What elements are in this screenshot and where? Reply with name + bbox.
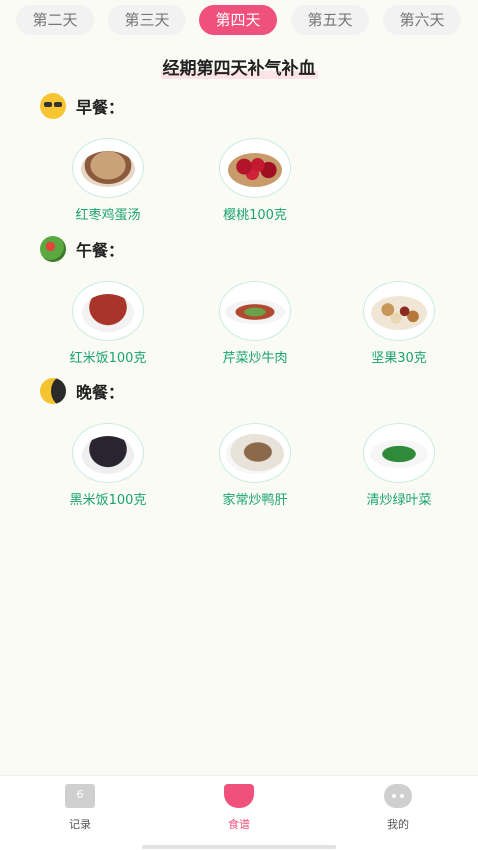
duck-liver-icon xyxy=(226,434,284,474)
food-image xyxy=(72,138,144,198)
nuts-icon xyxy=(371,296,427,330)
tab-day-3[interactable]: 第三天 xyxy=(108,5,186,35)
bottom-nav: 6 记录 食谱 我的 xyxy=(0,775,478,850)
nav-item-records[interactable]: 6 记录 xyxy=(40,784,120,832)
breakfast-header: 早餐： xyxy=(40,92,124,120)
food-image xyxy=(363,423,435,483)
lunch-header: 午餐： xyxy=(40,235,124,263)
food-image xyxy=(72,423,144,483)
day-tabs: 第二天 第三天 第四天 第五天 第六天 xyxy=(0,5,478,37)
food-name: 坚果30克 xyxy=(371,351,427,366)
tab-day-6[interactable]: 第六天 xyxy=(383,5,461,35)
sun-icon xyxy=(40,93,66,119)
food-name: 清炒绿叶菜 xyxy=(366,493,432,508)
tab-day-2[interactable]: 第二天 xyxy=(16,5,94,35)
salad-icon xyxy=(40,236,66,262)
home-indicator[interactable] xyxy=(142,845,336,849)
chat-icon xyxy=(384,784,412,808)
celery-beef-icon xyxy=(225,300,285,324)
dinner-label: 晚餐： xyxy=(76,383,125,402)
nav-label: 我的 xyxy=(387,818,409,831)
diet-plan-page: 第二天 第三天 第四天 第五天 第六天 经期第四天补气补血 早餐： 红枣鸡蛋汤 … xyxy=(0,0,478,850)
food-name: 芹菜炒牛肉 xyxy=(222,351,288,366)
page-title-text: 经期第四天补气补血 xyxy=(160,59,318,79)
food-image xyxy=(219,423,291,483)
food-name: 家常炒鸭肝 xyxy=(222,493,288,508)
cherry-icon xyxy=(228,153,282,187)
food-item-greens[interactable]: 清炒绿叶菜 xyxy=(329,423,469,508)
lunch-label: 午餐： xyxy=(76,241,125,260)
dinner-header: 晚餐： xyxy=(40,377,124,405)
calendar-day-badge: 6 xyxy=(76,788,84,801)
food-name: 黑米饭100克 xyxy=(69,493,147,508)
food-item-red-rice[interactable]: 红米饭100克 xyxy=(38,281,178,366)
bowl-icon xyxy=(224,784,254,808)
soup-icon xyxy=(81,151,135,187)
food-image xyxy=(219,281,291,341)
red-rice-icon xyxy=(82,294,134,332)
food-item-jujube-egg-soup[interactable]: 红枣鸡蛋汤 xyxy=(38,138,178,223)
food-image xyxy=(72,281,144,341)
tab-day-5[interactable]: 第五天 xyxy=(291,5,369,35)
nav-item-mine[interactable]: 我的 xyxy=(358,784,438,832)
nav-item-recipes[interactable]: 食谱 xyxy=(199,784,279,832)
moon-icon xyxy=(40,378,66,404)
nav-label: 记录 xyxy=(69,818,91,831)
food-name: 红米饭100克 xyxy=(69,351,147,366)
food-item-cherry[interactable]: 樱桃100克 xyxy=(185,138,325,223)
greens-icon xyxy=(370,440,428,468)
calendar-icon: 6 xyxy=(65,784,95,808)
food-name: 红枣鸡蛋汤 xyxy=(75,208,141,223)
food-image xyxy=(363,281,435,341)
black-rice-icon xyxy=(82,436,134,474)
food-item-duck-liver[interactable]: 家常炒鸭肝 xyxy=(185,423,325,508)
tab-day-4[interactable]: 第四天 xyxy=(199,5,277,35)
food-item-celery-beef[interactable]: 芹菜炒牛肉 xyxy=(185,281,325,366)
page-title: 经期第四天补气补血 xyxy=(0,54,478,79)
food-item-black-rice[interactable]: 黑米饭100克 xyxy=(38,423,178,508)
food-image xyxy=(219,138,291,198)
food-item-nuts[interactable]: 坚果30克 xyxy=(329,281,469,366)
food-name: 樱桃100克 xyxy=(223,208,287,223)
nav-label: 食谱 xyxy=(228,818,250,831)
breakfast-label: 早餐： xyxy=(76,98,125,117)
